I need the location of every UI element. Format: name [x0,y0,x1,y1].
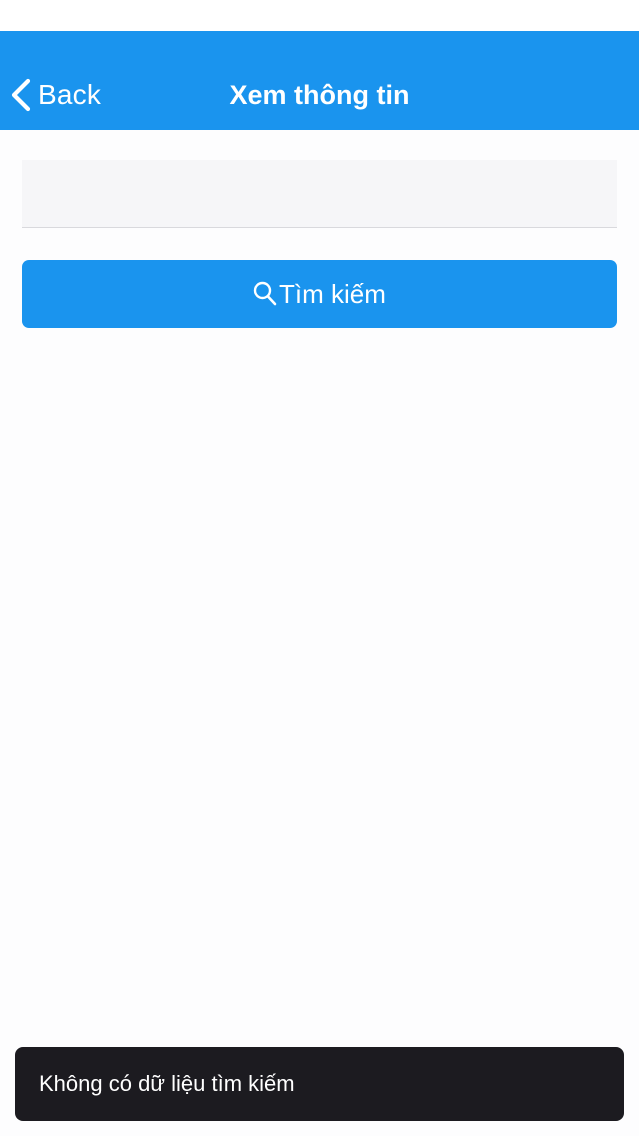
search-input[interactable] [22,160,617,228]
search-button-label: Tìm kiếm [279,278,386,309]
toast-text: Không có dữ liệu tìm kiếm [39,1071,295,1096]
search-icon [253,281,277,307]
page-title: Xem thông tin [229,80,410,110]
status-bar [0,0,639,31]
navigation-bar: Back Xem thông tin [0,31,639,130]
toast-message: Không có dữ liệu tìm kiếm [15,1047,624,1121]
search-button[interactable]: Tìm kiếm [22,260,617,328]
